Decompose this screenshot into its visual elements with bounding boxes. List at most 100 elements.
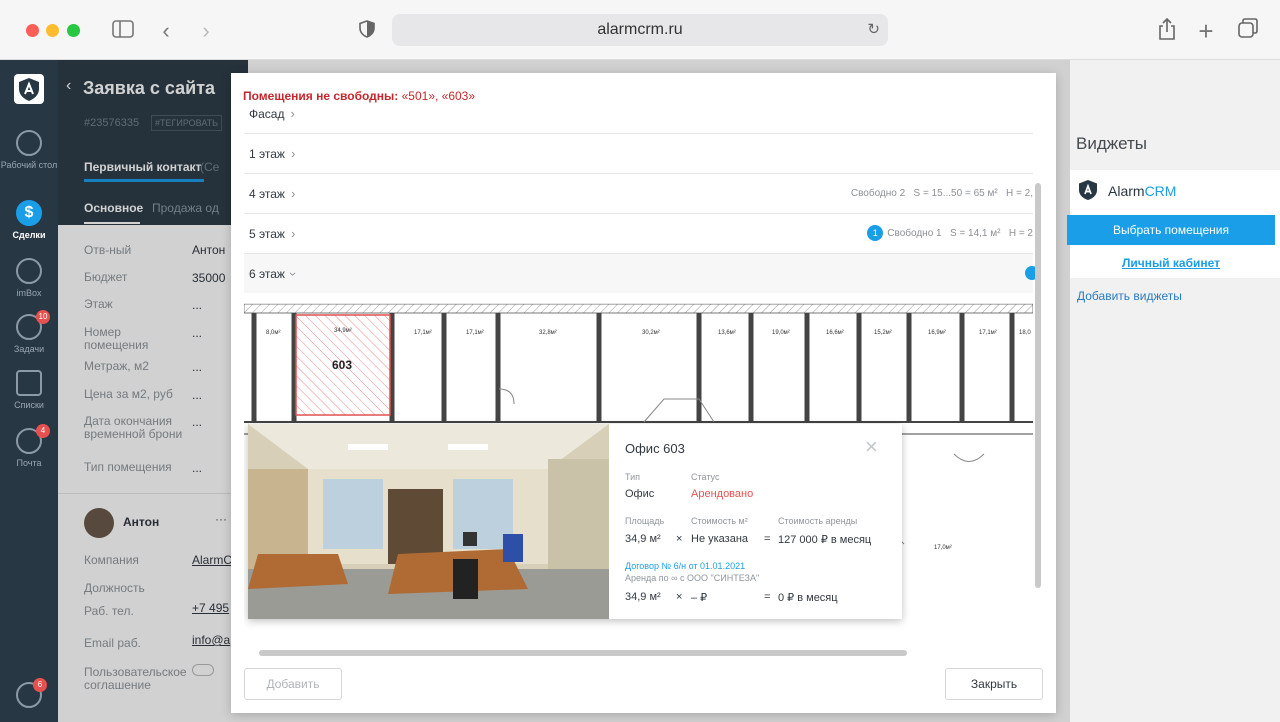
chevron-down-icon: ›: [286, 271, 302, 277]
room-area-label: 30,2м²: [642, 330, 660, 336]
area-value: 34,9 м²: [625, 533, 661, 545]
rooms-warning-list: «501», «603»: [401, 89, 476, 103]
tabs-overview-icon[interactable]: [1235, 18, 1261, 44]
room-area-label: 17,0м²: [934, 545, 952, 551]
selected-room-number: 603: [332, 358, 352, 372]
minimize-window-button[interactable]: [46, 24, 59, 37]
widget-brand-a: Alarm: [1108, 183, 1145, 199]
nav-item-notifications[interactable]: 6: [0, 678, 58, 712]
area-label: Площадь: [625, 516, 665, 526]
office-title: Офис 603: [625, 441, 685, 456]
floor-height: H = 2,: [1006, 188, 1033, 199]
address-bar[interactable]: alarmcrm.ru ↻: [392, 14, 888, 46]
alarmcrm-widget: AlarmCRM Выбрать помещения Личный кабине…: [1067, 170, 1280, 278]
floor-plan[interactable]: 8,0м² 34,9м² 17,1м² 17,1м² 32,8м² 30,2м²…: [244, 303, 1033, 653]
nav-item-mail[interactable]: Почта 4: [0, 424, 58, 469]
new-tab-icon[interactable]: +: [1193, 18, 1219, 44]
rooms-warning-label: Помещения не свободны:: [243, 89, 399, 103]
sidebar-toggle-icon[interactable]: [110, 18, 136, 44]
times-sign: ×: [676, 533, 683, 545]
nav-item-dashboard[interactable]: Рабочий стол: [0, 130, 58, 171]
contract-link[interactable]: Договор № 6/н от 01.01.2021: [625, 561, 745, 571]
back-icon[interactable]: ‹: [153, 18, 179, 44]
type-value: Офис: [625, 488, 655, 500]
free-area: S = 14,1 м²: [949, 228, 1001, 239]
horizontal-scrollbar[interactable]: [259, 650, 907, 656]
chevron-right-icon: ›: [290, 186, 296, 201]
rent-value: 127 000 ₽ в месяц: [778, 534, 872, 546]
widgets-title: Виджеты: [1076, 134, 1148, 153]
close-button[interactable]: Закрыть: [945, 668, 1043, 700]
chevron-right-icon: ›: [290, 146, 296, 161]
floor-name: 4 этаж: [249, 187, 285, 201]
floor-row-1[interactable]: 1 этаж ›: [244, 133, 1033, 173]
room-area-label: 8,0м²: [266, 330, 280, 336]
close-window-button[interactable]: [26, 24, 39, 37]
status-label: Статус: [691, 472, 720, 482]
widgets-panel: Виджеты AlarmCRM Выбрать помещения Личны…: [1067, 60, 1280, 722]
contract-price: – ₽: [691, 592, 708, 604]
contract-area: 34,9 м²: [625, 591, 661, 603]
shield-icon[interactable]: [354, 18, 380, 44]
price-label: Стоимость м²: [691, 516, 748, 526]
vertical-scrollbar[interactable]: [1035, 183, 1041, 588]
chat-icon: [16, 258, 42, 284]
nav-item-deals[interactable]: $ Сделки: [0, 200, 58, 241]
url-text: alarmcrm.ru: [597, 21, 683, 38]
nav-item-label: Списки: [14, 400, 44, 410]
share-icon[interactable]: [1154, 17, 1180, 44]
mail-badge: 4: [36, 424, 50, 438]
alarmcrm-logo-icon: [1076, 178, 1100, 207]
floor-row-6[interactable]: 6 этаж›: [244, 253, 1039, 293]
free-count: Свободно 2: [850, 188, 906, 199]
free-count: Свободно 1: [887, 228, 942, 239]
chevron-right-icon: ›: [290, 106, 295, 121]
card-close-icon[interactable]: ×: [865, 434, 878, 460]
forward-icon[interactable]: ›: [193, 18, 219, 44]
nav-item-label: Сделки: [12, 230, 46, 240]
cabinet-link[interactable]: Личный кабинет: [1070, 256, 1272, 270]
room-area-label: 17,1м²: [414, 330, 432, 336]
nav-item-imbox[interactable]: imBox: [0, 258, 58, 299]
floor-name: 5 этаж: [249, 227, 285, 241]
nav-item-lists[interactable]: Списки: [0, 370, 58, 411]
room-area-label: 13,6м²: [718, 330, 736, 336]
floor-row-facade[interactable]: Фасад ›: [244, 103, 1033, 123]
widget-brand: AlarmCRM: [1108, 183, 1176, 199]
nav-item-label: Почта: [16, 458, 42, 468]
browser-toolbar: ‹ › alarmcrm.ru ↻ +: [0, 0, 1280, 60]
floor-name: 1 этаж: [249, 147, 285, 161]
chevron-right-icon: ›: [290, 226, 296, 241]
room-area-label: 19,0м²: [772, 330, 790, 336]
contract-rent: 0 ₽ в месяц: [778, 592, 838, 604]
rent-label: Стоимость аренды: [778, 516, 858, 526]
office-photo-image: [248, 424, 609, 619]
price-value: Не указана: [691, 533, 749, 545]
office-photo: [248, 424, 609, 619]
floor-row-4[interactable]: 4 этаж › Свободно 2 S = 15...50 = 65 м² H…: [244, 173, 1033, 213]
floor-summary: 1 Свободно 1 S = 14,1 м² H = 2: [867, 214, 1033, 254]
maximize-window-button[interactable]: [67, 24, 80, 37]
nav-item-tasks[interactable]: Задачи 10: [0, 310, 58, 355]
add-button[interactable]: Добавить: [244, 668, 342, 700]
deals-icon: $: [16, 200, 42, 226]
free-badge: 1: [867, 225, 884, 241]
office-card: Офис 603 × Тип Статус Офис Арендовано Пл…: [248, 424, 902, 619]
floor-row-5[interactable]: 5 этаж › 1 Свободно 1 S = 14,1 м² H = 2: [244, 213, 1033, 253]
select-rooms-button[interactable]: Выбрать помещения: [1067, 215, 1275, 245]
room-area-label: 18,0: [1019, 330, 1031, 336]
type-label: Тип: [625, 472, 641, 482]
main-nav: Рабочий стол $ Сделки imBox Задачи 10 Сп…: [0, 60, 58, 722]
reload-icon[interactable]: ↻: [867, 14, 880, 46]
widget-brand-b: CRM: [1144, 183, 1177, 199]
notifications-badge: 6: [33, 678, 47, 692]
list-icon: [16, 370, 42, 396]
nav-item-label: Задачи: [13, 344, 45, 354]
times-sign: ×: [676, 591, 683, 603]
dashboard-icon: [16, 130, 42, 156]
equals-sign: =: [764, 591, 771, 603]
app-logo-icon[interactable]: [14, 74, 44, 104]
add-widgets-link[interactable]: Добавить виджеты: [1077, 289, 1182, 303]
floor-name: Фасад: [249, 107, 285, 121]
tasks-badge: 10: [36, 310, 50, 324]
